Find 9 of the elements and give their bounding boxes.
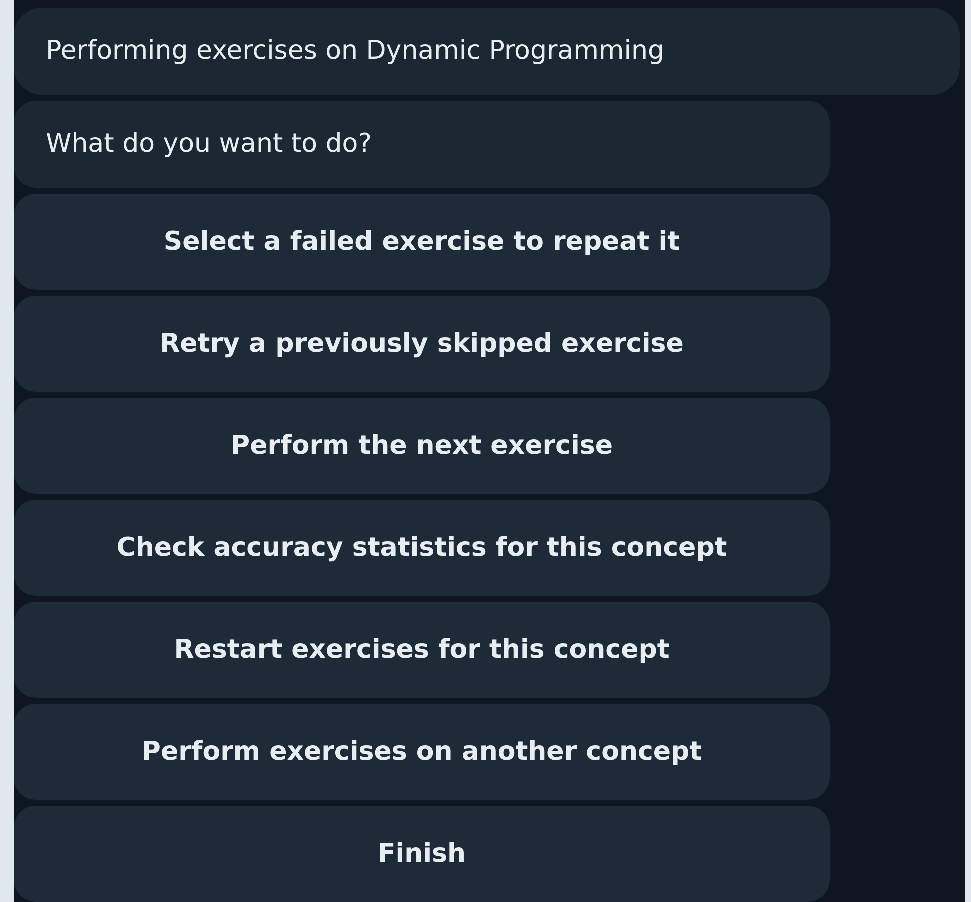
option-button[interactable]: Restart exercises for this concept — [14, 602, 830, 698]
option-button[interactable]: Finish — [14, 806, 830, 902]
option-button[interactable]: Perform the next exercise — [14, 398, 830, 494]
message-bubble: What do you want to do? — [14, 101, 830, 188]
option-button[interactable]: Select a failed exercise to repeat it — [14, 194, 830, 290]
option-button[interactable]: Perform exercises on another concept — [14, 704, 830, 800]
message-bubble: Performing exercises on Dynamic Programming — [14, 8, 960, 95]
option-button[interactable]: Check accuracy statistics for this concept — [14, 500, 830, 596]
option-button[interactable]: Retry a previously skipped exercise — [14, 296, 830, 392]
